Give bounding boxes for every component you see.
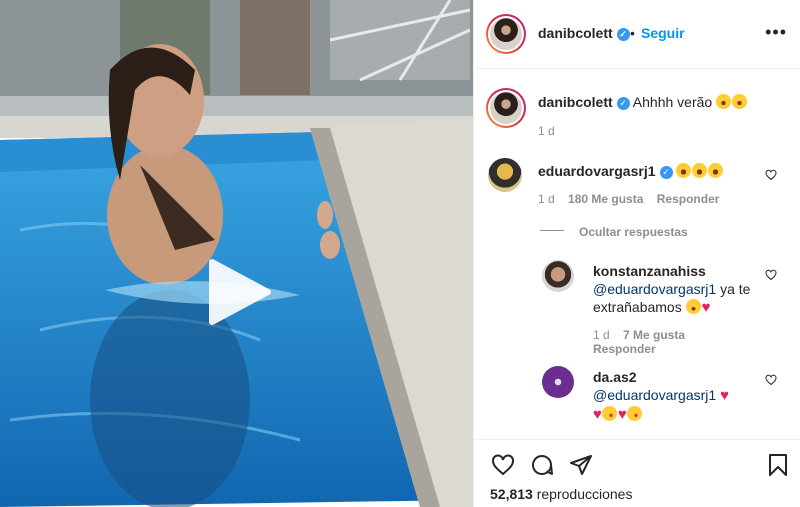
comment-age[interactable]: 1 d bbox=[538, 192, 555, 206]
play-button[interactable] bbox=[208, 258, 272, 326]
comment-like-heart-icon[interactable] bbox=[765, 169, 777, 181]
view-count-number: 52,813 bbox=[490, 486, 533, 502]
post-caption: danibcolett ✓ Ahhhh verão bbox=[538, 93, 748, 111]
kiss-emoji bbox=[626, 406, 642, 421]
verified-icon: ✓ bbox=[659, 166, 673, 179]
reply-like-heart-icon[interactable] bbox=[765, 269, 777, 281]
action-bar: 52,813 reproducciones bbox=[474, 439, 800, 507]
caption-text: Ahhhh verão bbox=[632, 94, 713, 110]
verified-icon: ✓ bbox=[616, 28, 630, 41]
author-avatar[interactable] bbox=[486, 14, 526, 54]
reply-body: konstanzanahiss @eduardovargasrj1 ya te … bbox=[593, 262, 763, 317]
bookmark-icon[interactable] bbox=[766, 452, 790, 478]
author-username-link[interactable]: danibcolett ✓ bbox=[538, 25, 630, 41]
kiss-emoji bbox=[601, 406, 617, 421]
author-username: danibcolett bbox=[538, 25, 613, 41]
laughing-emoji bbox=[692, 163, 708, 178]
laughing-emoji bbox=[708, 163, 724, 178]
avatar-inner bbox=[488, 90, 524, 126]
comment-likes[interactable]: 180 Me gusta bbox=[568, 192, 643, 206]
hide-replies-button[interactable]: Ocultar respuestas bbox=[579, 225, 688, 239]
reply-avatar[interactable] bbox=[542, 260, 574, 292]
reply-meta: 1 d 7 Me gusta bbox=[593, 328, 685, 342]
laughing-emoji bbox=[676, 163, 692, 178]
avatar-inner bbox=[488, 16, 524, 52]
red-heart-emoji: ♥ bbox=[701, 299, 711, 316]
comment-body: eduardovargasrj1 ✓ bbox=[538, 162, 724, 180]
reply-username[interactable]: konstanzanahiss bbox=[593, 263, 706, 279]
reply-username[interactable]: da.as2 bbox=[593, 369, 637, 385]
post-video[interactable] bbox=[0, 0, 473, 507]
video-frame bbox=[0, 0, 473, 507]
heart-icon[interactable] bbox=[490, 453, 516, 477]
caption-age[interactable]: 1 d bbox=[538, 124, 555, 138]
replies-divider bbox=[540, 230, 564, 231]
header-separator: • bbox=[630, 25, 635, 41]
share-icon[interactable] bbox=[568, 453, 594, 477]
reply-avatar[interactable] bbox=[542, 366, 574, 398]
reply-mention-link[interactable]: @eduardovargasrj1 bbox=[593, 387, 716, 403]
post-side-panel: danibcolett ✓ • Seguir ••• danibcolett ✓ A… bbox=[473, 0, 800, 507]
play-icon bbox=[209, 259, 271, 325]
follow-button[interactable]: Seguir bbox=[641, 25, 685, 41]
reply-mention-link[interactable]: @eduardovargasrj1 bbox=[593, 281, 716, 297]
reply-text-line1: ya te bbox=[720, 281, 751, 297]
red-heart-emoji: ♥ bbox=[617, 406, 627, 423]
view-count[interactable]: 52,813 reproducciones bbox=[490, 486, 632, 502]
caption-username[interactable]: danibcolett bbox=[538, 94, 613, 110]
red-heart-emoji: ♥ bbox=[720, 387, 729, 404]
star-eyes-emoji bbox=[732, 94, 748, 109]
reply-text-line2: extrañabamos bbox=[593, 299, 682, 315]
more-options-icon[interactable]: ••• bbox=[765, 22, 787, 43]
star-eyes-emoji bbox=[716, 94, 732, 109]
reply-age[interactable]: 1 d bbox=[593, 328, 610, 342]
sad-face-emoji bbox=[685, 299, 701, 314]
commenter-avatar[interactable] bbox=[488, 158, 522, 192]
caption-avatar[interactable] bbox=[486, 88, 526, 128]
comment-meta: 1 d 180 Me gusta Responder bbox=[538, 192, 719, 206]
reply-body: da.as2 @eduardovargasrj1 ♥ ♥ ♥ bbox=[593, 368, 763, 424]
comment-icon[interactable] bbox=[529, 453, 555, 477]
avatar-image bbox=[490, 18, 522, 50]
post-header: danibcolett ✓ • Seguir ••• bbox=[474, 0, 800, 69]
reply-like-heart-icon[interactable] bbox=[765, 374, 777, 386]
comment-reply-button[interactable]: Responder bbox=[657, 192, 720, 206]
view-count-label: reproducciones bbox=[536, 486, 633, 502]
verified-icon: ✓ bbox=[616, 97, 630, 110]
avatar-image bbox=[490, 92, 522, 124]
reply-reply-button[interactable]: Responder bbox=[593, 342, 656, 356]
red-heart-emoji: ♥ bbox=[593, 406, 602, 423]
reply-likes[interactable]: 7 Me gusta bbox=[623, 328, 685, 342]
comment-username[interactable]: eduardovargasrj1 bbox=[538, 163, 656, 179]
